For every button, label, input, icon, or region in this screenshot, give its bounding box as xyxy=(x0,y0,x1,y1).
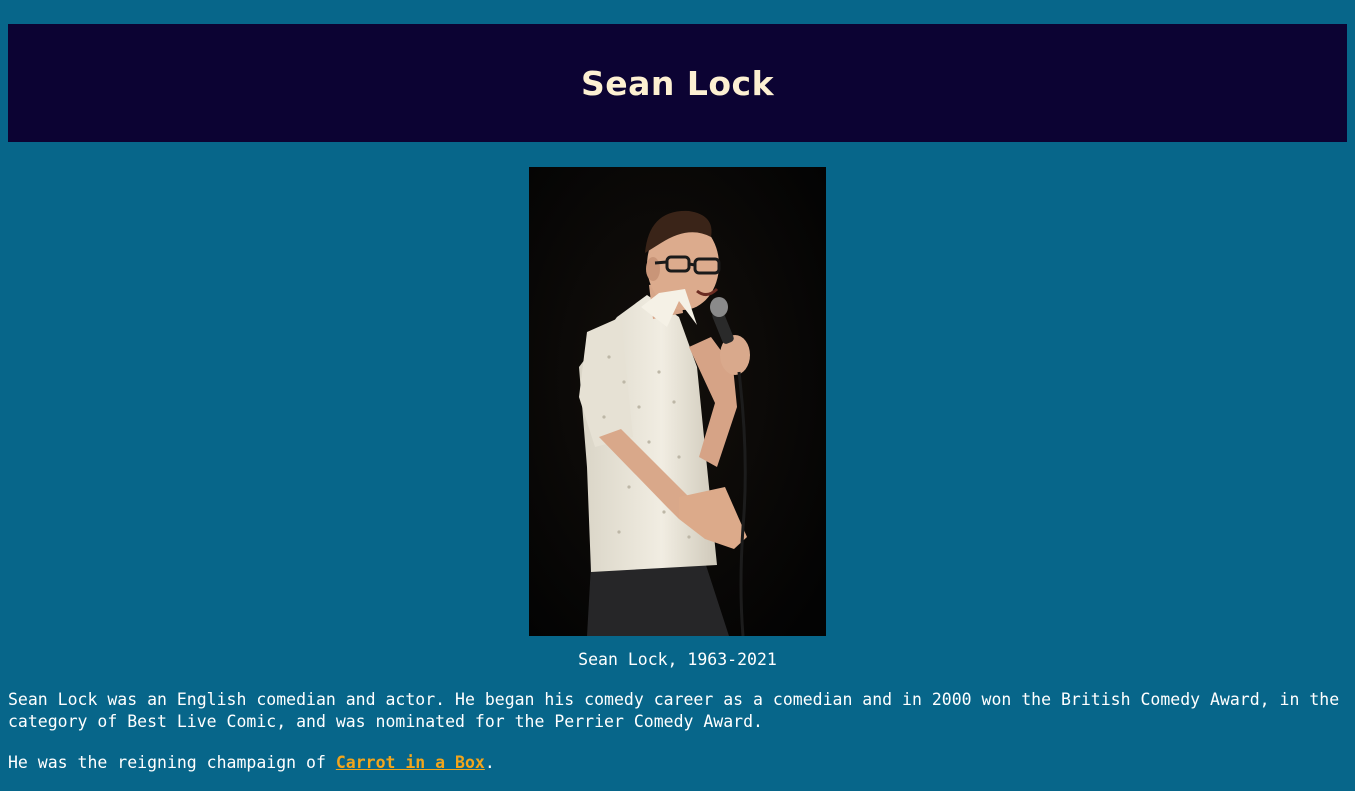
biography-paragraph: Sean Lock was an English comedian and ac… xyxy=(8,690,1340,731)
page-header: Sean Lock xyxy=(8,24,1347,142)
photo-caption: Sean Lock, 1963-2021 xyxy=(578,650,777,669)
comedian-photo-illustration xyxy=(529,167,826,636)
carrot-in-a-box-link[interactable]: Carrot in a Box xyxy=(336,753,485,772)
page-title: Sean Lock xyxy=(580,63,775,103)
championship-text: He was the reigning champaign of xyxy=(8,753,336,772)
championship-paragraph: He was the reigning champaign of Carrot … xyxy=(8,752,1353,774)
championship-period: . xyxy=(484,753,495,772)
comedian-photo xyxy=(529,167,826,636)
